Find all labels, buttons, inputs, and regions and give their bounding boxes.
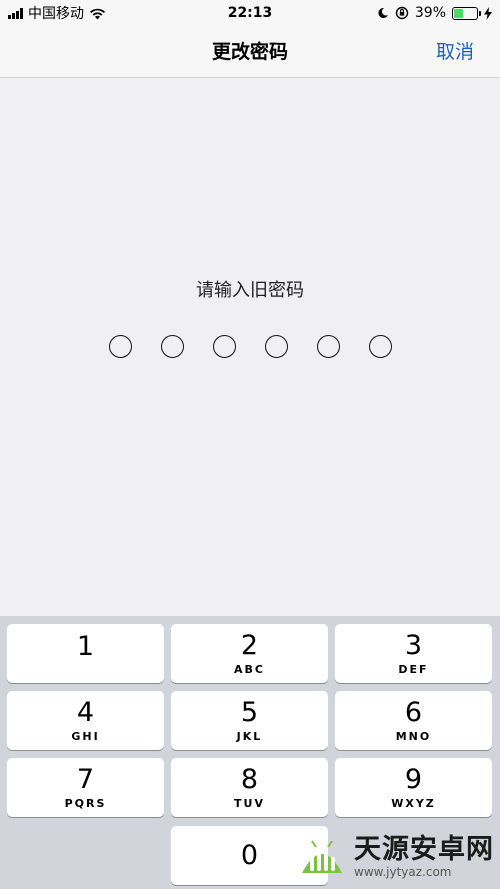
watermark-url: www.jytyaz.com [354,865,452,879]
key-digit: 0 [240,839,259,871]
moon-icon [378,7,388,18]
key-1[interactable]: 1 [7,624,164,683]
key-digit: 2 [240,630,259,661]
passcode-dot [212,335,236,358]
page-title: 更改密码 [211,41,288,63]
status-right: 39% [377,5,492,21]
passcode-dot [368,335,392,358]
key-letters: WXYZ [391,797,436,810]
key-digit: 7 [76,764,95,795]
key-7[interactable]: 7 PQRS [7,758,164,817]
key-letters: ABC [234,663,265,676]
key-3[interactable]: 3 DEF [335,624,492,683]
key-letters: JKL [236,730,263,743]
key-letters: TUV [234,797,265,810]
passcode-dot [316,335,340,358]
key-digit: 4 [76,697,95,728]
key-9[interactable]: 9 WXYZ [335,758,492,817]
watermark-logo [302,840,342,873]
battery-icon [452,6,481,20]
status-bar: 中国移动 22:13 39% [0,0,500,26]
key-digit: 3 [404,630,423,661]
passcode-prompt: 请输入旧密码 [196,280,304,301]
key-6[interactable]: 6 MNO [335,691,492,750]
cancel-button[interactable]: 取消 [436,26,474,78]
passcode-dots [0,335,500,358]
key-digit: 1 [76,631,95,662]
key-letters: MNO [395,730,432,743]
key-digit: 8 [240,764,259,795]
orientation-lock-icon [395,6,409,20]
key-digit: 9 [404,764,423,795]
passcode-dot [264,335,288,358]
carrier-name: 中国移动 [28,6,84,22]
navigation-bar: 更改密码 取消 [0,26,500,78]
charging-bolt-icon [484,6,492,20]
passcode-dot [160,335,184,358]
key-4[interactable]: 4 GHI [7,691,164,750]
key-2[interactable]: 2 ABC [171,624,328,683]
key-letters: DEF [398,663,429,676]
battery-percent: 39% [414,5,446,21]
watermark-name: 天源安卓网 [354,834,494,865]
key-digit: 6 [404,697,423,728]
key-letters: GHI [71,730,100,743]
key-8[interactable]: 8 TUV [171,758,328,817]
key-5[interactable]: 5 JKL [171,691,328,750]
signal-icon [8,7,23,19]
status-left: 中国移动 [8,3,106,23]
watermark: 天源安卓网 www.jytyaz.com [296,833,494,881]
passcode-dot [108,335,132,358]
wifi-icon [90,8,105,19]
key-letters: PQRS [64,797,107,810]
key-digit: 5 [240,697,259,728]
battery-level-fill [454,8,463,18]
